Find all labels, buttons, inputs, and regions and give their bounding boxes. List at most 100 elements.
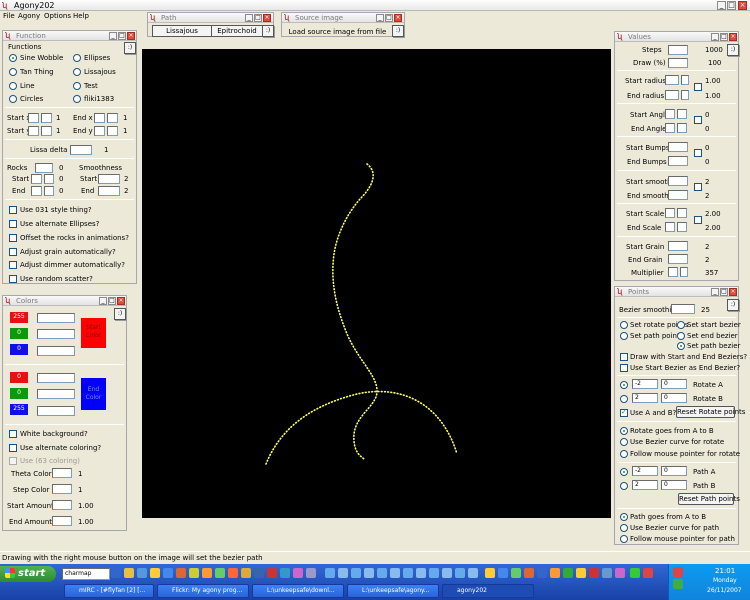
app-icon[interactable] <box>403 568 413 578</box>
address-box[interactable]: charmap <box>62 568 110 580</box>
drawing-canvas[interactable] <box>142 49 611 518</box>
lissa-delta-field[interactable] <box>70 145 92 155</box>
start-smooth-field[interactable] <box>668 176 688 186</box>
end-green-slider[interactable] <box>37 389 75 399</box>
checkbox-random-scatter[interactable] <box>9 275 17 283</box>
smooth-end-field[interactable] <box>98 186 120 196</box>
start-bumps-field[interactable] <box>668 142 688 152</box>
end-grain-field[interactable] <box>668 254 688 264</box>
clock-time[interactable]: 21:01 <box>715 567 735 575</box>
app-icon[interactable] <box>589 568 599 578</box>
task-flickr[interactable]: Flickr: My agony prog... <box>157 584 249 598</box>
app-icon[interactable] <box>280 568 290 578</box>
end-amount-field[interactable] <box>52 516 72 526</box>
end-scale-field[interactable] <box>665 222 675 232</box>
radio-rotate-a-to-b[interactable] <box>620 427 628 435</box>
checkbox-angle-link[interactable] <box>694 116 702 124</box>
radio-set-path-points[interactable] <box>620 332 628 340</box>
smile-button[interactable]: :) <box>262 25 274 37</box>
maximize-button[interactable]: □ <box>118 32 126 40</box>
app-icon[interactable] <box>202 568 212 578</box>
menu-agony[interactable]: Agony <box>18 12 40 20</box>
smile-button[interactable]: :) <box>124 42 136 54</box>
path-a-y[interactable]: 0 <box>661 466 687 476</box>
radio-set-rotate-points[interactable] <box>620 321 628 329</box>
start-radius-field[interactable] <box>665 75 679 85</box>
radio-path-a-to-b[interactable] <box>620 513 628 521</box>
maximize-button[interactable]: □ <box>254 14 262 22</box>
play-icon[interactable] <box>630 568 640 578</box>
start-blue-slider[interactable] <box>37 346 75 356</box>
task-folder-agony[interactable]: L:\unkeepsafe\agony... <box>347 584 439 598</box>
menu-options[interactable]: Options <box>44 12 71 20</box>
radio-rotate-mouse[interactable] <box>620 450 628 458</box>
maximize-button[interactable]: □ <box>720 33 728 41</box>
app-icon[interactable] <box>468 568 478 578</box>
tray-icon[interactable] <box>673 579 683 589</box>
end-radius-field[interactable] <box>665 90 679 100</box>
minimize-button[interactable]: _ <box>109 32 117 40</box>
end-bumps-field[interactable] <box>668 156 688 166</box>
explorer-icon[interactable] <box>150 568 160 578</box>
checkbox-adjust-dimmer[interactable] <box>9 261 17 269</box>
smile-button[interactable]: :) <box>114 308 126 320</box>
radio-path-b[interactable] <box>620 482 628 490</box>
checkbox-031-style[interactable] <box>9 206 17 214</box>
smile-button[interactable]: :) <box>392 25 404 37</box>
smooth-start-field[interactable] <box>98 174 120 184</box>
rotate-a-y[interactable]: 0 <box>661 379 687 389</box>
checkbox-adjust-grain[interactable] <box>9 248 17 256</box>
smile-button[interactable]: :) <box>727 44 739 56</box>
app-icon[interactable] <box>254 568 264 578</box>
minimize-button[interactable]: _ <box>717 1 726 10</box>
minimize-button[interactable]: _ <box>245 14 253 22</box>
end-angle-field-2[interactable] <box>677 123 687 133</box>
start-x-field-2[interactable] <box>41 113 52 123</box>
ie-icon[interactable] <box>163 568 173 578</box>
app-icon[interactable] <box>524 568 534 578</box>
checkbox-start-as-end-bezier[interactable] <box>620 364 628 372</box>
checkbox-scale-link[interactable] <box>694 216 702 224</box>
task-mirc[interactable]: mIRC - [#flyfan [2] [... <box>64 584 154 598</box>
start-radius-field-2[interactable] <box>681 75 689 85</box>
app-icon[interactable] <box>455 568 465 578</box>
start-amount-field[interactable] <box>52 500 72 510</box>
checkbox-smooth-link[interactable] <box>694 183 702 191</box>
end-radius-field-2[interactable] <box>681 90 689 100</box>
rocks-end-field[interactable] <box>31 186 42 196</box>
app-icon[interactable] <box>602 568 612 578</box>
radio-set-path-bezier[interactable] <box>677 342 685 350</box>
end-x-field[interactable] <box>94 113 105 123</box>
task-agony202[interactable]: agony202 <box>442 584 534 598</box>
rocks-start-field[interactable] <box>31 174 42 184</box>
checkbox-white-background[interactable] <box>9 430 17 438</box>
steps-field[interactable] <box>668 45 688 55</box>
radio-circles[interactable] <box>9 95 17 103</box>
multiplier-field[interactable] <box>668 267 678 277</box>
app-icon[interactable] <box>306 568 316 578</box>
app-icon[interactable] <box>215 568 225 578</box>
start-red-slider[interactable] <box>37 313 75 323</box>
bezier-smoothing-field[interactable] <box>671 304 695 314</box>
app-icon[interactable] <box>416 568 426 578</box>
end-y-field-2[interactable] <box>107 126 118 136</box>
radio-rotate-b[interactable] <box>620 395 628 403</box>
rotate-a-x[interactable]: -2 <box>632 379 658 389</box>
desktop-icon[interactable] <box>137 568 147 578</box>
checkbox-alternate-ellipses[interactable] <box>9 220 17 228</box>
radio-path-bezier[interactable] <box>620 524 628 532</box>
app-icon[interactable] <box>325 568 335 578</box>
app-icon[interactable] <box>351 568 361 578</box>
dropdown-icon[interactable] <box>111 568 121 578</box>
rocks-end-field-2[interactable] <box>44 186 54 196</box>
radio-lissajous[interactable] <box>73 68 81 76</box>
app-icon[interactable] <box>498 568 508 578</box>
close-button[interactable]: × <box>729 33 737 41</box>
minimize-button[interactable]: _ <box>711 33 719 41</box>
start-x-field[interactable] <box>28 113 39 123</box>
radio-test[interactable] <box>73 82 81 90</box>
rotate-b-y[interactable]: 0 <box>661 393 687 403</box>
app-icon[interactable] <box>643 568 653 578</box>
tray-icon[interactable] <box>673 567 683 577</box>
app-icon[interactable] <box>537 568 547 578</box>
